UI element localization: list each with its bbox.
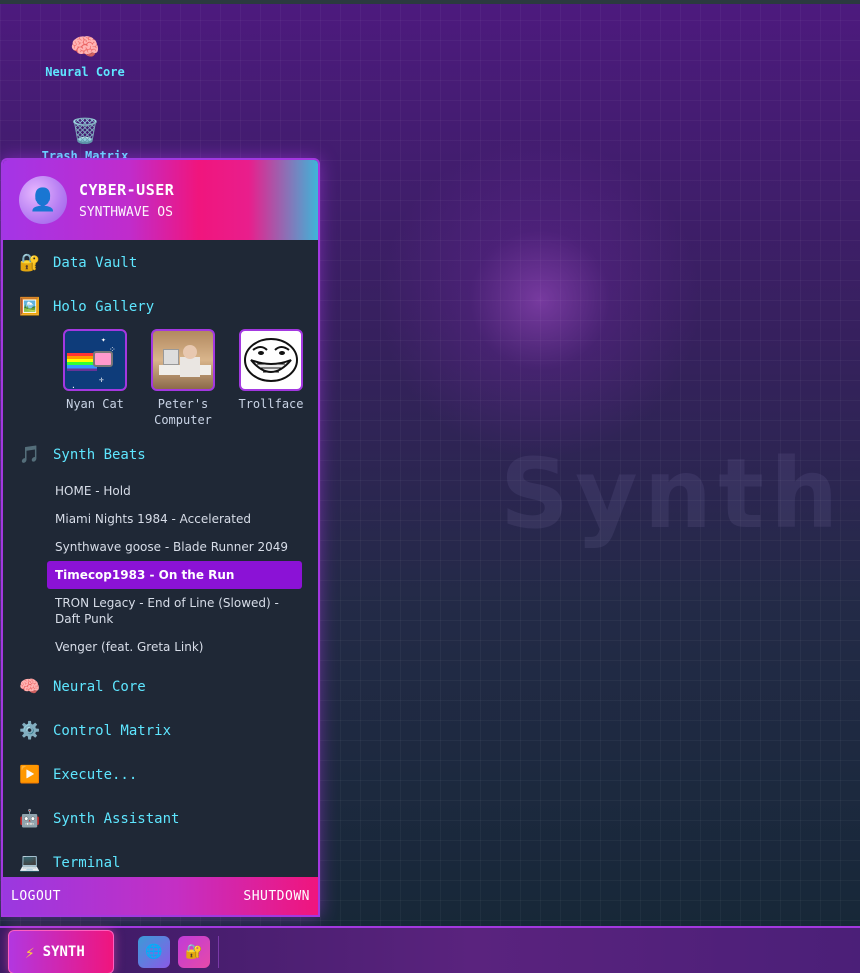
gallery-caption: Peter's Computer — [154, 397, 212, 427]
menu-item-label: Synth Beats — [53, 447, 146, 463]
avatar: 👤 — [19, 176, 67, 224]
track-item[interactable]: Miami Nights 1984 - Accelerated — [47, 505, 302, 533]
start-button-label: SYNTH — [42, 944, 85, 960]
user-name: CYBER-USER — [79, 180, 175, 199]
menu-item-data-vault[interactable]: 🔐 Data Vault — [3, 241, 318, 285]
desktop-icon-label: Neural Core — [45, 65, 125, 79]
play-icon: ▶️ — [19, 765, 41, 785]
brain-icon: 🧠 — [70, 33, 100, 61]
menu-item-neural-core[interactable]: 🧠 Neural Core — [3, 665, 318, 709]
globe-icon: 🌐 — [145, 944, 163, 960]
desktop-icon-trash-matrix[interactable]: 🗑️ Trash Matrix — [25, 117, 145, 163]
lock-icon: 🔐 — [185, 944, 203, 960]
os-name: SYNTHWAVE OS — [79, 204, 173, 220]
menu-item-synth-beats[interactable]: 🎵 Synth Beats — [3, 433, 318, 477]
menu-item-label: Neural Core — [53, 679, 146, 695]
picture-icon: 🖼️ — [19, 297, 41, 317]
start-button[interactable]: ⚡ SYNTH — [8, 930, 114, 973]
robot-icon: 🤖 — [19, 809, 41, 829]
gallery-item-nyan-cat[interactable]: ✦ ⁘ ✛ · Nyan Cat — [51, 329, 139, 433]
music-note-icon: 🎵 — [19, 445, 41, 465]
track-item[interactable]: Venger (feat. Greta Link) — [47, 633, 302, 661]
desktop-watermark: Synth — [500, 438, 845, 550]
gallery-caption: Nyan Cat — [66, 397, 124, 411]
menu-item-label: Data Vault — [53, 255, 138, 271]
trash-icon: 🗑️ — [70, 117, 100, 145]
trollface-icon — [244, 338, 298, 382]
desktop-icon-neural-core[interactable]: 🧠 Neural Core — [25, 33, 145, 79]
menu-item-synth-assistant[interactable]: 🤖 Synth Assistant — [3, 797, 318, 841]
track-item[interactable]: HOME - Hold — [47, 477, 302, 505]
track-list: HOME - Hold Miami Nights 1984 - Accelera… — [3, 477, 318, 661]
trollface-thumbnail — [239, 329, 303, 391]
gear-icon: ⚙️ — [19, 721, 41, 741]
start-menu: 👤 CYBER-USER SYNTHWAVE OS 🔐 Data Vault 🖼… — [1, 158, 320, 917]
menu-item-label: Holo Gallery — [53, 299, 155, 315]
user-icon: 👤 — [29, 187, 57, 213]
menu-item-label: Terminal — [53, 855, 121, 871]
taskbar-vault-button[interactable]: 🔐 — [178, 936, 210, 968]
taskbar-divider — [218, 936, 219, 968]
lightning-icon: ⚡ — [25, 942, 35, 962]
gallery-item-peters-computer[interactable]: Peter's Computer — [139, 329, 227, 433]
nyan-cat-thumbnail: ✦ ⁘ ✛ · — [63, 329, 127, 391]
gallery-caption: Trollface — [238, 397, 304, 411]
lock-icon: 🔐 — [19, 253, 41, 273]
track-item[interactable]: TRON Legacy - End of Line (Slowed) - Daf… — [47, 589, 302, 633]
logout-button[interactable]: LOGOUT — [11, 889, 61, 904]
track-item[interactable]: Synthwave goose - Blade Runner 2049 — [47, 533, 302, 561]
menu-item-holo-gallery[interactable]: 🖼️ Holo Gallery — [3, 285, 318, 329]
menu-item-execute[interactable]: ▶️ Execute... — [3, 753, 318, 797]
menu-item-label: Execute... — [53, 767, 138, 783]
shutdown-button[interactable]: SHUTDOWN — [243, 889, 310, 904]
laptop-icon: 💻 — [19, 853, 41, 873]
taskbar-browser-button[interactable]: 🌐 — [138, 936, 170, 968]
peters-computer-thumbnail — [151, 329, 215, 391]
gallery-thumbnails: ✦ ⁘ ✛ · Nyan Cat Peter's Computer Trollf… — [3, 329, 318, 433]
gallery-item-trollface[interactable]: Trollface — [227, 329, 315, 433]
track-item-active[interactable]: Timecop1983 - On the Run — [47, 561, 302, 589]
menu-item-label: Control Matrix — [53, 723, 172, 739]
menu-footer: LOGOUT SHUTDOWN — [3, 877, 318, 915]
menu-item-label: Synth Assistant — [53, 811, 180, 827]
brain-icon: 🧠 — [19, 677, 41, 697]
menu-item-control-matrix[interactable]: ⚙️ Control Matrix — [3, 709, 318, 753]
menu-header: 👤 CYBER-USER SYNTHWAVE OS — [3, 160, 318, 240]
taskbar: ⚡ SYNTH 🌐 🔐 — [0, 926, 860, 973]
top-border — [0, 0, 860, 4]
